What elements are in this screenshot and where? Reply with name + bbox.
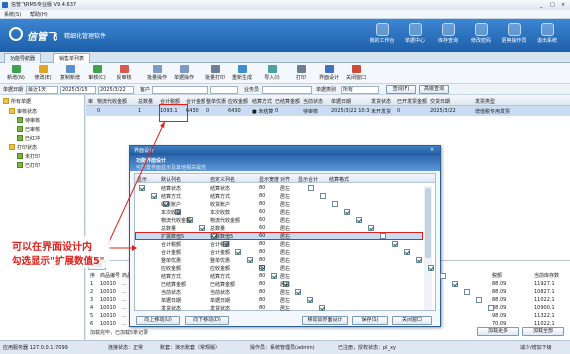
annotation-arrows bbox=[107, 120, 166, 251]
annotation-line-1: 可以在界面设计内 bbox=[12, 242, 92, 253]
arrow-to-cell bbox=[107, 120, 166, 245]
arrowhead bbox=[132, 245, 137, 251]
annotation-line-2: 勾选显示"扩展数值5" bbox=[12, 256, 105, 267]
arrowhead bbox=[160, 121, 165, 128]
